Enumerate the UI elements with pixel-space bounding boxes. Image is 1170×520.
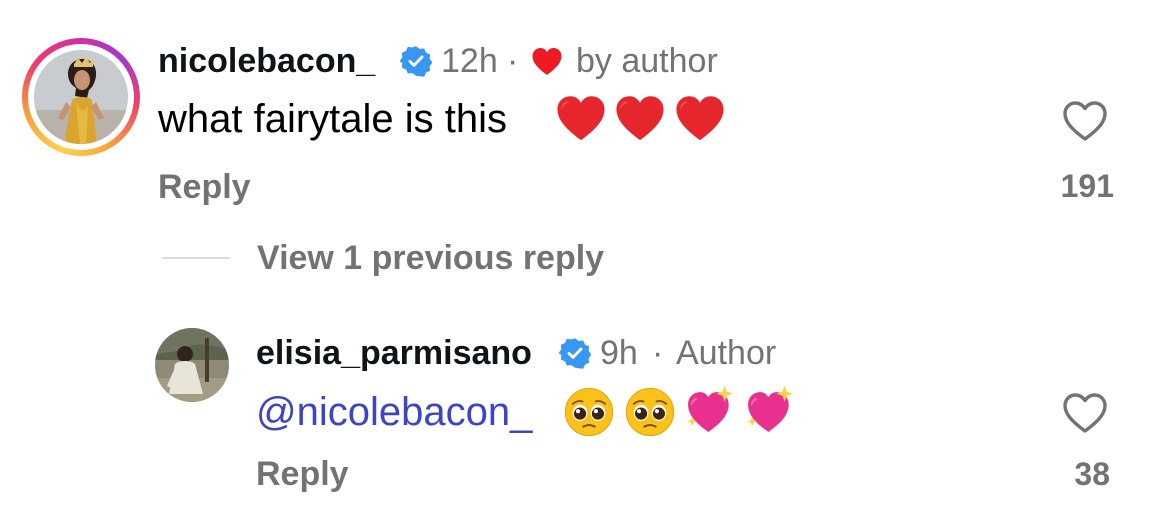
- reply-button[interactable]: Reply: [256, 455, 349, 494]
- story-ring-avatar[interactable]: [22, 38, 140, 156]
- reply-timestamp: 9h: [600, 334, 638, 372]
- liked-by-author-label: by author: [576, 42, 718, 80]
- mention-link[interactable]: @nicolebacon_: [256, 390, 532, 435]
- liked-by-author-heart-icon: [532, 48, 562, 75]
- red-heart-emoji-icon: [614, 93, 666, 145]
- reply-button[interactable]: Reply: [158, 168, 251, 207]
- pleading-face-emoji-icon: [563, 386, 615, 438]
- comment-username[interactable]: nicolebacon_: [158, 42, 375, 81]
- sparkling-heart-emoji-icon: [684, 384, 736, 436]
- like-heart-icon[interactable]: [1060, 98, 1110, 146]
- like-count[interactable]: 38: [1040, 456, 1110, 493]
- verified-badge-icon: [559, 337, 591, 369]
- pleading-face-emoji-icon: [624, 386, 676, 438]
- reply-username[interactable]: elisia_parmisano: [256, 334, 532, 373]
- sparkling-heart-emoji-icon: [744, 384, 796, 436]
- meta-separator: ·: [652, 334, 664, 372]
- avatar-photo: [155, 328, 229, 402]
- meta-separator: ·: [507, 42, 519, 80]
- avatar: [34, 50, 128, 144]
- like-heart-icon[interactable]: [1060, 390, 1110, 438]
- comment-timestamp: 12h: [441, 42, 498, 80]
- view-previous-replies-button[interactable]: View 1 previous reply: [257, 239, 604, 278]
- comment-text: what fairytale is this: [158, 97, 508, 141]
- author-badge: Author: [676, 334, 777, 372]
- avatar-photo: [34, 50, 128, 144]
- like-count[interactable]: 191: [1052, 168, 1114, 205]
- avatar[interactable]: [155, 328, 229, 402]
- verified-badge-icon: [400, 45, 432, 77]
- red-heart-emoji-icon: [674, 93, 726, 145]
- replies-divider: [162, 257, 230, 259]
- red-heart-emoji-icon: [555, 93, 607, 145]
